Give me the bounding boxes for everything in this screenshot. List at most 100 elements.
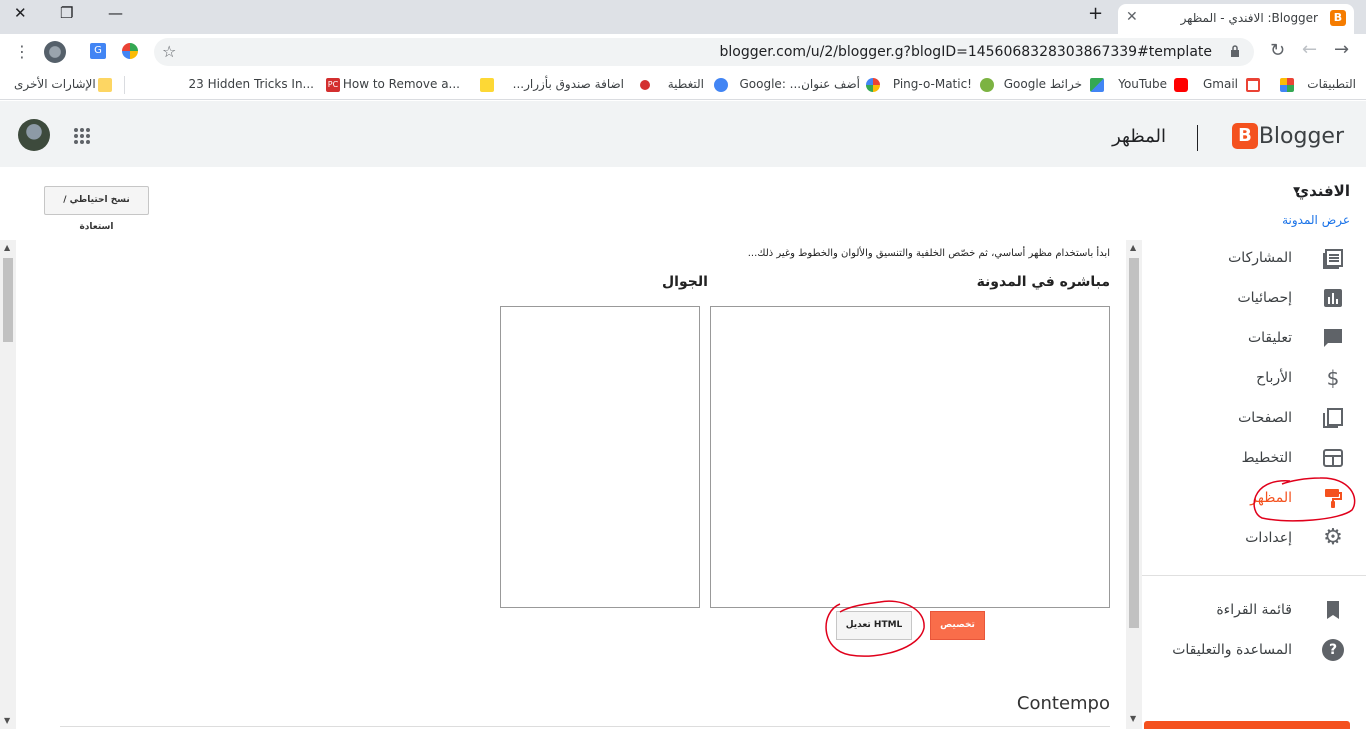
- left-scrollbar-thumb[interactable]: [3, 258, 13, 342]
- bookmark-star-icon[interactable]: ☆: [162, 42, 176, 61]
- folder-icon: [98, 78, 112, 92]
- sidebar-item-label: الصفحات: [1238, 410, 1292, 426]
- address-bar[interactable]: ☆ blogger.com/u/2/blogger.g?blogID=14560…: [154, 38, 1254, 66]
- apps-icon: [1280, 78, 1294, 92]
- url-text[interactable]: blogger.com/u/2/blogger.g?blogID=1456068…: [720, 44, 1212, 60]
- scroll-up-icon[interactable]: ▲: [1130, 243, 1136, 252]
- extension-icon[interactable]: [122, 43, 138, 59]
- sidebar-divider: [1142, 575, 1366, 576]
- minimize-window-icon[interactable]: —: [108, 4, 123, 22]
- bookmark-coverage[interactable]: التغطية: [668, 77, 704, 91]
- youtube-icon: [1174, 78, 1188, 92]
- bookmark-gmail[interactable]: Gmail: [1203, 77, 1238, 91]
- help-icon: ?: [1322, 639, 1344, 661]
- stats-icon: [1324, 289, 1342, 307]
- bookmark-pingomatic[interactable]: Ping-o-Matic!: [893, 77, 972, 91]
- live-preview-frame[interactable]: [710, 306, 1110, 608]
- account-avatar[interactable]: [18, 119, 50, 151]
- mobile-preview-label: الجوال: [662, 274, 708, 290]
- google-icon: [866, 78, 880, 92]
- sidebar-item-label: تعليقات: [1247, 330, 1292, 346]
- apps-grid-icon[interactable]: [73, 127, 91, 145]
- new-tab-icon[interactable]: +: [1088, 3, 1103, 24]
- reload-icon[interactable]: ↻: [1270, 40, 1285, 61]
- scroll-down-icon[interactable]: ▼: [4, 716, 10, 725]
- bookmark-maps[interactable]: خرائط Google: [1004, 77, 1082, 91]
- bookmark-icon: [1327, 601, 1339, 619]
- right-scrollbar-thumb[interactable]: [1129, 258, 1139, 628]
- settings-icon: ⚙: [1323, 525, 1343, 550]
- edit-html-button[interactable]: تعديل HTML: [836, 611, 912, 640]
- blogger-logo-icon[interactable]: B: [1232, 123, 1258, 149]
- theme-name: Contempo: [1016, 693, 1110, 714]
- site-icon: [640, 80, 650, 90]
- comments-icon: [1324, 329, 1342, 347]
- mobile-preview-frame[interactable]: [500, 306, 700, 608]
- close-tab-icon[interactable]: ✕: [1126, 9, 1138, 25]
- pc-icon: PC: [326, 78, 340, 92]
- sidebar-item-theme[interactable]: المظهر: [1140, 482, 1350, 514]
- sidebar-item-label: إحصائيات: [1237, 290, 1292, 306]
- sidebar-item-settings[interactable]: إعدادات ⚙: [1140, 522, 1350, 554]
- close-window-icon[interactable]: ✕: [14, 4, 27, 22]
- profile-icon[interactable]: [44, 41, 66, 63]
- active-tab[interactable]: B Blogger: الافندي - المظهر ✕: [1118, 4, 1354, 34]
- back-icon[interactable]: →: [1334, 39, 1349, 60]
- sidebar-item-label: المظهر: [1250, 490, 1292, 506]
- scroll-down-icon[interactable]: ▼: [1130, 714, 1136, 723]
- brand-name[interactable]: Blogger: [1259, 124, 1344, 149]
- new-post-button[interactable]: [1144, 721, 1350, 729]
- bookmark-youtube[interactable]: YouTube: [1118, 77, 1167, 91]
- lock-icon: [1231, 45, 1239, 57]
- forward-icon[interactable]: ←: [1302, 39, 1317, 60]
- scroll-up-icon[interactable]: ▲: [4, 243, 10, 252]
- pages-icon: [1323, 408, 1343, 428]
- sidebar-item-stats[interactable]: إحصائيات: [1140, 282, 1350, 314]
- gmail-icon: [1246, 78, 1260, 92]
- bookmarks-separator: [124, 76, 125, 94]
- customize-button[interactable]: تخصيص: [930, 611, 985, 640]
- sidebar-item-earnings[interactable]: الأرباح $: [1140, 362, 1350, 394]
- sidebar-item-label: إعدادات: [1245, 530, 1292, 546]
- other-bookmarks[interactable]: الإشارات الأخرى: [14, 77, 96, 91]
- bookmark-google-title[interactable]: أضف عنوان... :Google: [739, 77, 860, 91]
- bookmark-remove[interactable]: How to Remove a...: [343, 77, 460, 91]
- sidebar-item-label: الأرباح: [1256, 370, 1292, 386]
- l-icon: [480, 78, 494, 92]
- sidebar-item-label: المشاركات: [1228, 250, 1292, 266]
- sidebar-item-layout[interactable]: التخطيط: [1140, 442, 1350, 474]
- theme-icon: [1325, 489, 1342, 508]
- tab-strip: ✕ ❐ — + B Blogger: الافندي - المظهر ✕: [0, 0, 1366, 34]
- intro-text: ابدأ باستخدام مظهر أساسي، ثم خصّص الخلفي…: [747, 248, 1110, 259]
- backup-restore-button[interactable]: نسخ احتياطي / استعادة: [44, 186, 149, 232]
- posts-icon: [1323, 249, 1343, 269]
- bookmark-apps[interactable]: التطبيقات: [1307, 77, 1356, 91]
- bookmark-button-box[interactable]: اضافة صندوق بأزرار...: [513, 77, 624, 91]
- sidebar-item-reading-list[interactable]: قائمة القراءة: [1140, 594, 1350, 626]
- caret-down-icon[interactable]: ▼: [1293, 186, 1300, 196]
- sidebar-item-posts[interactable]: المشاركات: [1140, 242, 1350, 274]
- sidebar-item-pages[interactable]: الصفحات: [1140, 402, 1350, 434]
- translate-extension-icon[interactable]: G: [90, 43, 106, 59]
- blogger-favicon-icon: B: [1330, 10, 1346, 26]
- sidebar-item-label: التخطيط: [1241, 450, 1292, 466]
- theme-card-top-border: [60, 726, 1110, 727]
- view-blog-link[interactable]: عرض المدونة: [1282, 213, 1350, 227]
- page-title: المظهر: [1112, 126, 1166, 147]
- sidebar-item-comments[interactable]: تعليقات: [1140, 322, 1350, 354]
- sidebar-item-label: قائمة القراءة: [1216, 602, 1292, 618]
- blogger-header: Blogger B المظهر: [0, 101, 1366, 167]
- live-preview-label: مباشره في المدونة: [976, 274, 1110, 290]
- pingomatic-icon: [980, 78, 994, 92]
- sidebar-item-label: المساعدة والتعليقات: [1172, 642, 1292, 658]
- blog-selector[interactable]: الافندي: [1295, 182, 1350, 200]
- layout-icon: [1323, 449, 1343, 467]
- restore-window-icon[interactable]: ❐: [60, 4, 73, 22]
- sidebar-item-help[interactable]: المساعدة والتعليقات ?: [1140, 634, 1350, 666]
- menu-kebab-icon[interactable]: ⋮: [14, 42, 30, 61]
- header-divider: [1197, 125, 1198, 151]
- tab-title: Blogger: الافندي - المظهر: [1180, 11, 1318, 25]
- browser-toolbar: ⋮ G ☆ blogger.com/u/2/blogger.g?blogID=1…: [0, 34, 1366, 70]
- bookmark-hidden-tricks[interactable]: 23 Hidden Tricks In...: [188, 77, 314, 91]
- earnings-icon: $: [1326, 366, 1340, 390]
